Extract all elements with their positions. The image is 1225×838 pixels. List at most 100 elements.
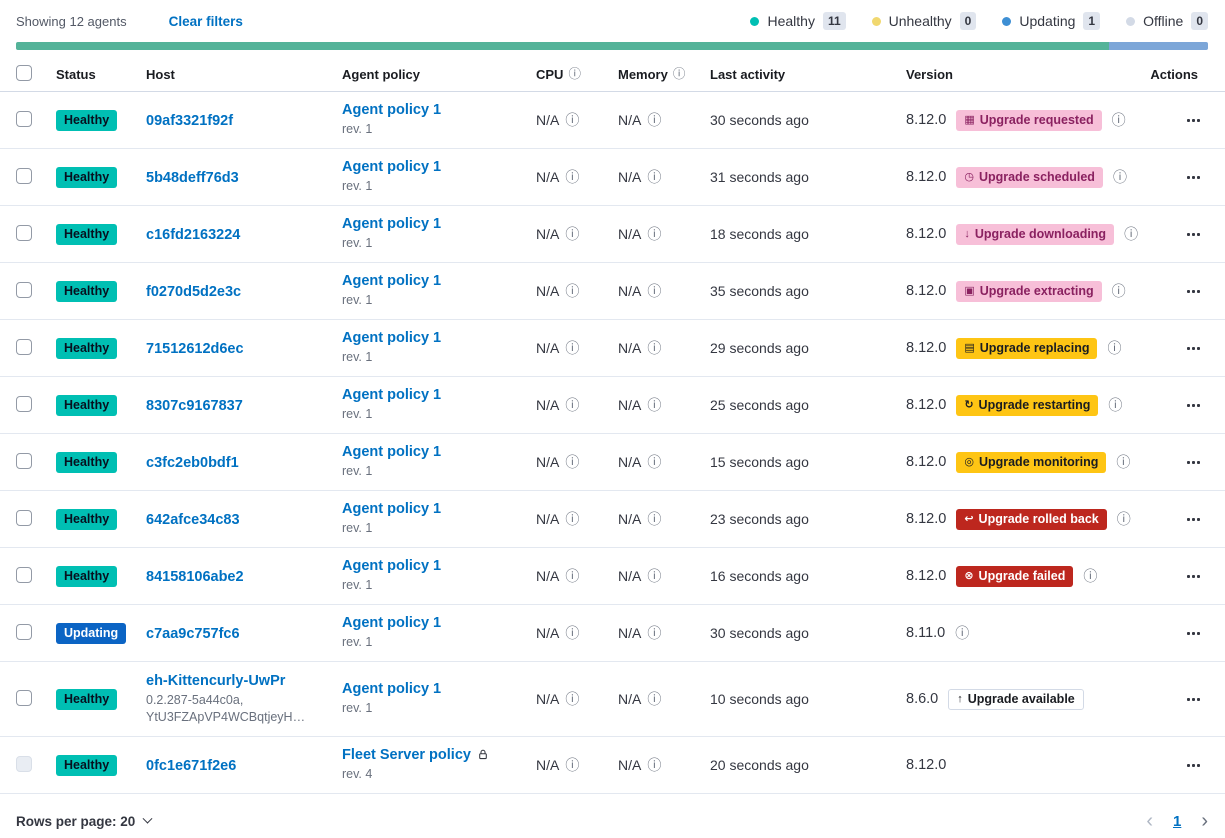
info-icon[interactable]: ⓘ bbox=[565, 758, 579, 772]
host-link[interactable]: c7aa9c757fc6 bbox=[146, 626, 240, 642]
agent-policy-link[interactable]: Agent policy 1 bbox=[342, 159, 441, 175]
row-actions-button[interactable] bbox=[1183, 341, 1204, 356]
agent-policy-link[interactable]: Fleet Server policy bbox=[342, 747, 471, 763]
row-actions-button[interactable] bbox=[1183, 170, 1204, 185]
column-header-status[interactable]: Status bbox=[56, 67, 146, 82]
host-link[interactable]: 0fc1e671f2e6 bbox=[146, 758, 236, 774]
legend-item-offline[interactable]: Offline0 bbox=[1126, 12, 1208, 30]
info-icon[interactable]: ⓘ bbox=[647, 626, 661, 640]
info-icon[interactable]: ⓘ bbox=[673, 68, 686, 81]
row-actions-button[interactable] bbox=[1183, 455, 1204, 470]
info-icon[interactable]: ⓘ bbox=[647, 569, 661, 583]
agent-policy-link[interactable]: Agent policy 1 bbox=[342, 102, 441, 118]
row-actions-button[interactable] bbox=[1183, 569, 1204, 584]
row-checkbox[interactable] bbox=[16, 111, 32, 127]
info-icon[interactable]: ⓘ bbox=[565, 284, 579, 298]
info-icon[interactable]: ⓘ bbox=[1124, 227, 1138, 241]
row-checkbox[interactable] bbox=[16, 282, 32, 298]
info-icon[interactable]: ⓘ bbox=[1112, 284, 1126, 298]
clear-filters-link[interactable]: Clear filters bbox=[169, 14, 243, 29]
host-link[interactable]: eh-Kittencurly-UwPr bbox=[146, 673, 285, 689]
host-link[interactable]: 642afce34c83 bbox=[146, 512, 240, 528]
row-actions-button[interactable] bbox=[1183, 758, 1204, 773]
info-icon[interactable]: ⓘ bbox=[565, 626, 579, 640]
host-link[interactable]: 09af3321f92f bbox=[146, 113, 233, 129]
host-link[interactable]: 5b48deff76d3 bbox=[146, 170, 239, 186]
info-icon[interactable]: ⓘ bbox=[565, 341, 579, 355]
row-checkbox[interactable] bbox=[16, 510, 32, 526]
row-checkbox[interactable] bbox=[16, 567, 32, 583]
info-icon[interactable]: ⓘ bbox=[565, 113, 579, 127]
host-link[interactable]: 71512612d6ec bbox=[146, 341, 244, 357]
select-all-checkbox[interactable] bbox=[16, 65, 32, 81]
host-link[interactable]: c3fc2eb0bdf1 bbox=[146, 455, 239, 471]
info-icon[interactable]: ⓘ bbox=[565, 227, 579, 241]
column-header-version[interactable]: Version bbox=[906, 67, 1138, 82]
host-link[interactable]: 8307c9167837 bbox=[146, 398, 243, 414]
column-header-last-activity[interactable]: Last activity bbox=[710, 67, 906, 82]
row-actions-button[interactable] bbox=[1183, 398, 1204, 413]
info-icon[interactable]: ⓘ bbox=[647, 758, 661, 772]
agent-policy-link[interactable]: Agent policy 1 bbox=[342, 615, 441, 631]
info-icon[interactable]: ⓘ bbox=[1112, 113, 1126, 127]
row-actions-button[interactable] bbox=[1183, 626, 1204, 641]
next-page-button[interactable]: › bbox=[1201, 811, 1208, 831]
info-icon[interactable]: ⓘ bbox=[1113, 170, 1127, 184]
info-icon[interactable]: ⓘ bbox=[565, 512, 579, 526]
info-icon[interactable]: ⓘ bbox=[647, 692, 661, 706]
info-icon[interactable]: ⓘ bbox=[1107, 341, 1121, 355]
agent-policy-link[interactable]: Agent policy 1 bbox=[342, 444, 441, 460]
agent-policy-link[interactable]: Agent policy 1 bbox=[342, 501, 441, 517]
column-header-cpu[interactable]: CPUⓘ bbox=[536, 67, 618, 82]
column-header-memory[interactable]: Memoryⓘ bbox=[618, 67, 710, 82]
info-icon[interactable]: ⓘ bbox=[1083, 569, 1097, 583]
info-icon[interactable]: ⓘ bbox=[647, 512, 661, 526]
info-icon[interactable]: ⓘ bbox=[647, 341, 661, 355]
legend-item-healthy[interactable]: Healthy11 bbox=[750, 12, 845, 30]
info-icon[interactable]: ⓘ bbox=[565, 569, 579, 583]
column-header-host[interactable]: Host bbox=[146, 67, 342, 82]
page-number-1[interactable]: 1 bbox=[1173, 813, 1181, 830]
info-icon[interactable]: ⓘ bbox=[1108, 398, 1122, 412]
host-link[interactable]: c16fd2163224 bbox=[146, 227, 240, 243]
agent-policy-link[interactable]: Agent policy 1 bbox=[342, 330, 441, 346]
previous-page-button[interactable]: ‹ bbox=[1146, 811, 1153, 831]
agent-policy-link[interactable]: Agent policy 1 bbox=[342, 216, 441, 232]
agent-policy-link[interactable]: Agent policy 1 bbox=[342, 558, 441, 574]
row-actions-button[interactable] bbox=[1183, 512, 1204, 527]
agent-policy-link[interactable]: Agent policy 1 bbox=[342, 273, 441, 289]
host-link[interactable]: f0270d5d2e3c bbox=[146, 284, 241, 300]
info-icon[interactable]: ⓘ bbox=[1117, 512, 1131, 526]
row-checkbox[interactable] bbox=[16, 453, 32, 469]
info-icon[interactable]: ⓘ bbox=[955, 626, 969, 640]
row-checkbox[interactable] bbox=[16, 339, 32, 355]
info-icon[interactable]: ⓘ bbox=[568, 68, 581, 81]
row-checkbox[interactable] bbox=[16, 624, 32, 640]
info-icon[interactable]: ⓘ bbox=[647, 398, 661, 412]
info-icon[interactable]: ⓘ bbox=[565, 692, 579, 706]
rows-per-page-selector[interactable]: Rows per page: 20 bbox=[16, 814, 151, 829]
row-actions-button[interactable] bbox=[1183, 284, 1204, 299]
column-header-agent-policy[interactable]: Agent policy bbox=[342, 67, 536, 82]
row-checkbox[interactable] bbox=[16, 168, 32, 184]
info-icon[interactable]: ⓘ bbox=[647, 170, 661, 184]
agent-policy-link[interactable]: Agent policy 1 bbox=[342, 681, 441, 697]
info-icon[interactable]: ⓘ bbox=[647, 113, 661, 127]
row-checkbox[interactable] bbox=[16, 396, 32, 412]
row-actions-button[interactable] bbox=[1183, 227, 1204, 242]
info-icon[interactable]: ⓘ bbox=[565, 170, 579, 184]
legend-item-updating[interactable]: Updating1 bbox=[1002, 12, 1100, 30]
info-icon[interactable]: ⓘ bbox=[1116, 455, 1130, 469]
host-link[interactable]: 84158106abe2 bbox=[146, 569, 244, 585]
agent-policy-link[interactable]: Agent policy 1 bbox=[342, 387, 441, 403]
info-icon[interactable]: ⓘ bbox=[647, 284, 661, 298]
row-checkbox[interactable] bbox=[16, 690, 32, 706]
legend-item-unhealthy[interactable]: Unhealthy0 bbox=[872, 12, 977, 30]
info-icon[interactable]: ⓘ bbox=[647, 227, 661, 241]
info-icon[interactable]: ⓘ bbox=[565, 398, 579, 412]
row-checkbox[interactable] bbox=[16, 225, 32, 241]
row-actions-button[interactable] bbox=[1183, 692, 1204, 707]
info-icon[interactable]: ⓘ bbox=[647, 455, 661, 469]
info-icon[interactable]: ⓘ bbox=[565, 455, 579, 469]
row-actions-button[interactable] bbox=[1183, 113, 1204, 128]
